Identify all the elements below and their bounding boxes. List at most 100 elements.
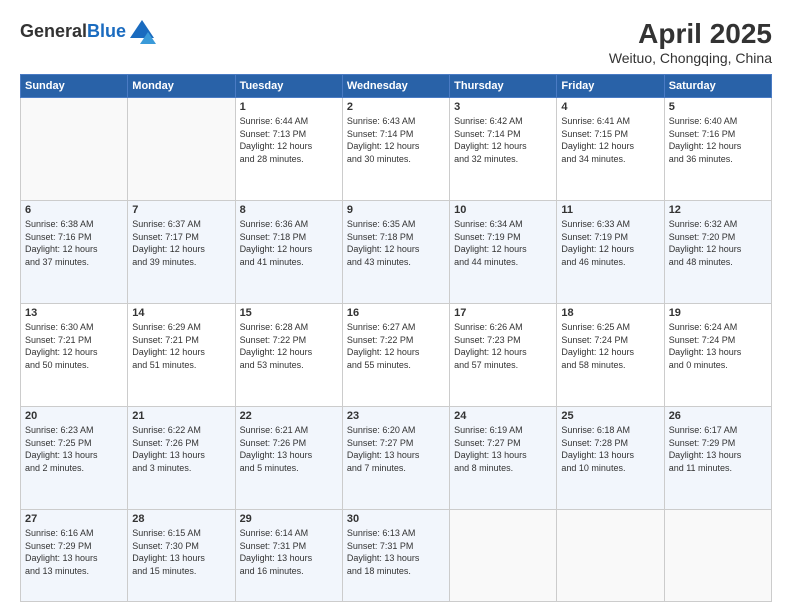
- table-row: 4Sunrise: 6:41 AM Sunset: 7:15 PM Daylig…: [557, 98, 664, 201]
- day-number: 9: [347, 204, 445, 216]
- calendar-week-row: 27Sunrise: 6:16 AM Sunset: 7:29 PM Dayli…: [21, 510, 772, 602]
- table-row: 17Sunrise: 6:26 AM Sunset: 7:23 PM Dayli…: [450, 304, 557, 407]
- day-number: 20: [25, 410, 123, 422]
- day-number: 7: [132, 204, 230, 216]
- day-info: Sunrise: 6:13 AM Sunset: 7:31 PM Dayligh…: [347, 527, 445, 577]
- day-number: 6: [25, 204, 123, 216]
- day-info: Sunrise: 6:36 AM Sunset: 7:18 PM Dayligh…: [240, 218, 338, 268]
- day-number: 15: [240, 307, 338, 319]
- table-row: 20 Sunrise: 6:23 AM Sunset: 7:25 PM Dayli…: [21, 407, 128, 510]
- table-row: 8 Sunrise: 6:36 AM Sunset: 7:18 PM Daylig…: [235, 201, 342, 304]
- table-row: [664, 510, 771, 602]
- table-row: 22 Sunrise: 6:21 AM Sunset: 7:26 PM Dayli…: [235, 407, 342, 510]
- day-info: Sunrise: 6:37 AM Sunset: 7:17 PM Dayligh…: [132, 218, 230, 268]
- day-info: Sunrise: 6:18 AM Sunset: 7:28 PM Dayligh…: [561, 424, 659, 474]
- calendar-table: Sunday Monday Tuesday Wednesday Thursday…: [20, 74, 772, 602]
- table-row: 2 Sunrise: 6:43 AM Sunset: 7:14 PM Daylig…: [342, 98, 449, 201]
- header-monday: Monday: [128, 75, 235, 98]
- day-info: Sunrise: 6:32 AM Sunset: 7:20 PM Dayligh…: [669, 218, 767, 268]
- day-info: Sunrise: 6:24 AM Sunset: 7:24 PM Dayligh…: [669, 321, 767, 371]
- day-info: Sunrise: 6:20 AM Sunset: 7:27 PM Dayligh…: [347, 424, 445, 474]
- table-row: 3Sunrise: 6:42 AM Sunset: 7:14 PM Daylig…: [450, 98, 557, 201]
- day-number: 8: [240, 204, 338, 216]
- day-info: Sunrise: 6:25 AM Sunset: 7:24 PM Dayligh…: [561, 321, 659, 371]
- table-row: 25 Sunrise: 6:18 AM Sunset: 7:28 PM Dayli…: [557, 407, 664, 510]
- table-row: [21, 98, 128, 201]
- day-number: 29: [240, 513, 338, 525]
- day-info: Sunrise: 6:19 AM Sunset: 7:27 PM Dayligh…: [454, 424, 552, 474]
- day-info: Sunrise: 6:29 AM Sunset: 7:21 PM Dayligh…: [132, 321, 230, 371]
- logo-general: General: [20, 21, 87, 41]
- day-number: 2: [347, 101, 445, 113]
- day-number: 25: [561, 410, 659, 422]
- day-number: 5: [669, 101, 767, 113]
- page-title: April 2025: [609, 18, 772, 50]
- header-tuesday: Tuesday: [235, 75, 342, 98]
- header-wednesday: Wednesday: [342, 75, 449, 98]
- day-number: 22: [240, 410, 338, 422]
- table-row: 9 Sunrise: 6:35 AM Sunset: 7:18 PM Daylig…: [342, 201, 449, 304]
- day-number: 19: [669, 307, 767, 319]
- day-info: Sunrise: 6:28 AM Sunset: 7:22 PM Dayligh…: [240, 321, 338, 371]
- table-row: 15 Sunrise: 6:28 AM Sunset: 7:22 PM Dayli…: [235, 304, 342, 407]
- table-row: 16 Sunrise: 6:27 AM Sunset: 7:22 PM Dayli…: [342, 304, 449, 407]
- header-thursday: Thursday: [450, 75, 557, 98]
- day-number: 1: [240, 101, 338, 113]
- table-row: 26Sunrise: 6:17 AM Sunset: 7:29 PM Dayli…: [664, 407, 771, 510]
- header-sunday: Sunday: [21, 75, 128, 98]
- header-saturday: Saturday: [664, 75, 771, 98]
- logo-icon: [128, 18, 156, 46]
- day-number: 4: [561, 101, 659, 113]
- day-number: 16: [347, 307, 445, 319]
- day-info: Sunrise: 6:43 AM Sunset: 7:14 PM Dayligh…: [347, 115, 445, 165]
- table-row: 13 Sunrise: 6:30 AM Sunset: 7:21 PM Dayli…: [21, 304, 128, 407]
- table-row: 29 Sunrise: 6:14 AM Sunset: 7:31 PM Dayli…: [235, 510, 342, 602]
- day-info: Sunrise: 6:35 AM Sunset: 7:18 PM Dayligh…: [347, 218, 445, 268]
- day-info: Sunrise: 6:40 AM Sunset: 7:16 PM Dayligh…: [669, 115, 767, 165]
- day-number: 12: [669, 204, 767, 216]
- table-row: 5 Sunrise: 6:40 AM Sunset: 7:16 PM Daylig…: [664, 98, 771, 201]
- day-info: Sunrise: 6:21 AM Sunset: 7:26 PM Dayligh…: [240, 424, 338, 474]
- day-info: Sunrise: 6:33 AM Sunset: 7:19 PM Dayligh…: [561, 218, 659, 268]
- day-number: 21: [132, 410, 230, 422]
- calendar-week-row: 6 Sunrise: 6:38 AM Sunset: 7:16 PM Daylig…: [21, 201, 772, 304]
- table-row: 18Sunrise: 6:25 AM Sunset: 7:24 PM Dayli…: [557, 304, 664, 407]
- day-info: Sunrise: 6:15 AM Sunset: 7:30 PM Dayligh…: [132, 527, 230, 577]
- table-row: 23 Sunrise: 6:20 AM Sunset: 7:27 PM Dayli…: [342, 407, 449, 510]
- table-row: [128, 98, 235, 201]
- day-info: Sunrise: 6:27 AM Sunset: 7:22 PM Dayligh…: [347, 321, 445, 371]
- day-info: Sunrise: 6:22 AM Sunset: 7:26 PM Dayligh…: [132, 424, 230, 474]
- table-row: 6 Sunrise: 6:38 AM Sunset: 7:16 PM Daylig…: [21, 201, 128, 304]
- table-row: 14 Sunrise: 6:29 AM Sunset: 7:21 PM Dayli…: [128, 304, 235, 407]
- logo: GeneralBlue: [20, 18, 156, 46]
- table-row: [557, 510, 664, 602]
- day-info: Sunrise: 6:17 AM Sunset: 7:29 PM Dayligh…: [669, 424, 767, 474]
- table-row: 1 Sunrise: 6:44 AM Sunset: 7:13 PM Daylig…: [235, 98, 342, 201]
- day-info: Sunrise: 6:23 AM Sunset: 7:25 PM Dayligh…: [25, 424, 123, 474]
- day-info: Sunrise: 6:44 AM Sunset: 7:13 PM Dayligh…: [240, 115, 338, 165]
- day-info: Sunrise: 6:14 AM Sunset: 7:31 PM Dayligh…: [240, 527, 338, 577]
- calendar-header-row: Sunday Monday Tuesday Wednesday Thursday…: [21, 75, 772, 98]
- calendar-week-row: 13 Sunrise: 6:30 AM Sunset: 7:21 PM Dayli…: [21, 304, 772, 407]
- title-block: April 2025 Weituo, Chongqing, China: [609, 18, 772, 66]
- calendar-week-row: 1 Sunrise: 6:44 AM Sunset: 7:13 PM Daylig…: [21, 98, 772, 201]
- page-subtitle: Weituo, Chongqing, China: [609, 50, 772, 66]
- day-number: 10: [454, 204, 552, 216]
- logo-blue: Blue: [87, 21, 126, 41]
- day-number: 23: [347, 410, 445, 422]
- table-row: 30Sunrise: 6:13 AM Sunset: 7:31 PM Dayli…: [342, 510, 449, 602]
- day-number: 27: [25, 513, 123, 525]
- table-row: 27Sunrise: 6:16 AM Sunset: 7:29 PM Dayli…: [21, 510, 128, 602]
- day-info: Sunrise: 6:30 AM Sunset: 7:21 PM Dayligh…: [25, 321, 123, 371]
- table-row: 19 Sunrise: 6:24 AM Sunset: 7:24 PM Dayli…: [664, 304, 771, 407]
- table-row: 24Sunrise: 6:19 AM Sunset: 7:27 PM Dayli…: [450, 407, 557, 510]
- day-info: Sunrise: 6:38 AM Sunset: 7:16 PM Dayligh…: [25, 218, 123, 268]
- day-number: 14: [132, 307, 230, 319]
- day-number: 13: [25, 307, 123, 319]
- day-number: 11: [561, 204, 659, 216]
- day-number: 28: [132, 513, 230, 525]
- day-info: Sunrise: 6:26 AM Sunset: 7:23 PM Dayligh…: [454, 321, 552, 371]
- table-row: 21 Sunrise: 6:22 AM Sunset: 7:26 PM Dayli…: [128, 407, 235, 510]
- day-info: Sunrise: 6:42 AM Sunset: 7:14 PM Dayligh…: [454, 115, 552, 165]
- table-row: 10Sunrise: 6:34 AM Sunset: 7:19 PM Dayli…: [450, 201, 557, 304]
